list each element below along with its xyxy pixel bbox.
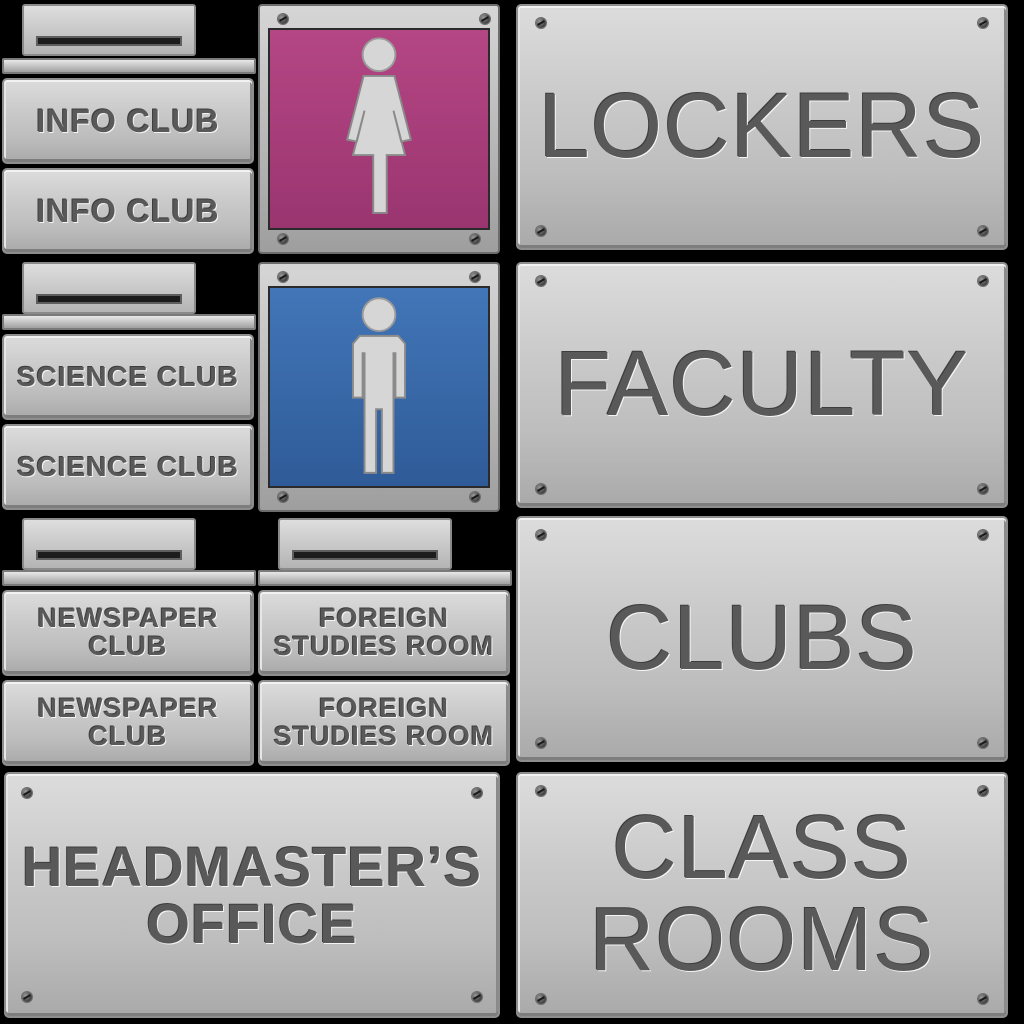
- classrooms-plate: CLASS ROOMS: [516, 772, 1008, 1018]
- info-club-label: INFO CLUB: [36, 102, 220, 139]
- plate-rail-newspaper: [2, 570, 256, 586]
- screw: [472, 788, 482, 798]
- screw: [978, 276, 988, 286]
- plate-rail-foreign: [258, 570, 512, 586]
- women-sign-face: [268, 28, 490, 230]
- science-club-plate: SCIENCE CLUB: [2, 424, 254, 510]
- info-club-label: INFO CLUB: [36, 192, 220, 229]
- screw: [470, 492, 480, 502]
- plate-rail-info: [2, 58, 256, 74]
- newspaper-club-plate: NEWSPAPER CLUB: [2, 680, 254, 766]
- screw: [278, 14, 288, 24]
- info-club-plate: INFO CLUB: [2, 168, 254, 254]
- faculty-label: FACULTY: [554, 333, 970, 436]
- newspaper-club-label: NEWSPAPER CLUB: [37, 693, 219, 751]
- science-club-label: SCIENCE CLUB: [16, 450, 239, 482]
- headmaster-office-label: HEADMASTER’S OFFICE: [21, 834, 483, 955]
- wall-bracket-newspaper: [22, 518, 196, 570]
- screw: [536, 276, 546, 286]
- screw: [470, 234, 480, 244]
- faculty-plate: FACULTY: [516, 262, 1008, 508]
- info-club-plate: INFO CLUB: [2, 78, 254, 164]
- wall-bracket-science: [22, 262, 196, 314]
- science-club-plate: SCIENCE CLUB: [2, 334, 254, 420]
- wall-bracket-info: [22, 4, 196, 56]
- clubs-label: CLUBS: [606, 587, 918, 690]
- screw: [536, 530, 546, 540]
- screw: [978, 18, 988, 28]
- screw: [978, 530, 988, 540]
- foreign-studies-label: FOREIGN STUDIES ROOM: [273, 693, 495, 751]
- screw: [278, 492, 288, 502]
- screw: [22, 788, 32, 798]
- wall-bracket-foreign: [278, 518, 452, 570]
- lockers-label: LOCKERS: [538, 75, 986, 178]
- screw: [978, 738, 988, 748]
- screw: [536, 738, 546, 748]
- screw: [472, 992, 482, 1002]
- men-restroom-sign: [258, 262, 500, 512]
- screw: [536, 786, 546, 796]
- classrooms-label: CLASS ROOMS: [589, 798, 935, 990]
- foreign-studies-plate: FOREIGN STUDIES ROOM: [258, 590, 510, 676]
- screw: [978, 484, 988, 494]
- screw: [536, 18, 546, 28]
- screw: [480, 14, 490, 24]
- screw: [978, 786, 988, 796]
- lockers-plate: LOCKERS: [516, 4, 1008, 250]
- screw: [536, 484, 546, 494]
- bracket-slot: [36, 294, 182, 304]
- woman-restroom-icon: [345, 37, 413, 214]
- newspaper-club-plate: NEWSPAPER CLUB: [2, 590, 254, 676]
- screw: [536, 994, 546, 1004]
- man-restroom-icon: [351, 297, 407, 474]
- screw: [978, 226, 988, 236]
- screw: [536, 226, 546, 236]
- science-club-label: SCIENCE CLUB: [16, 360, 239, 392]
- screw: [278, 272, 288, 282]
- screw: [978, 994, 988, 1004]
- screw: [22, 992, 32, 1002]
- newspaper-club-label: NEWSPAPER CLUB: [37, 603, 219, 661]
- bracket-slot: [36, 550, 182, 560]
- women-restroom-sign: [258, 4, 500, 254]
- clubs-plate: CLUBS: [516, 516, 1008, 762]
- men-sign-face: [268, 286, 490, 488]
- bracket-slot: [36, 36, 182, 46]
- screw: [470, 272, 480, 282]
- foreign-studies-label: FOREIGN STUDIES ROOM: [273, 603, 495, 661]
- screw: [278, 234, 288, 244]
- plate-rail-science: [2, 314, 256, 330]
- foreign-studies-plate: FOREIGN STUDIES ROOM: [258, 680, 510, 766]
- headmaster-office-plate: HEADMASTER’S OFFICE: [4, 772, 500, 1018]
- bracket-slot: [292, 550, 438, 560]
